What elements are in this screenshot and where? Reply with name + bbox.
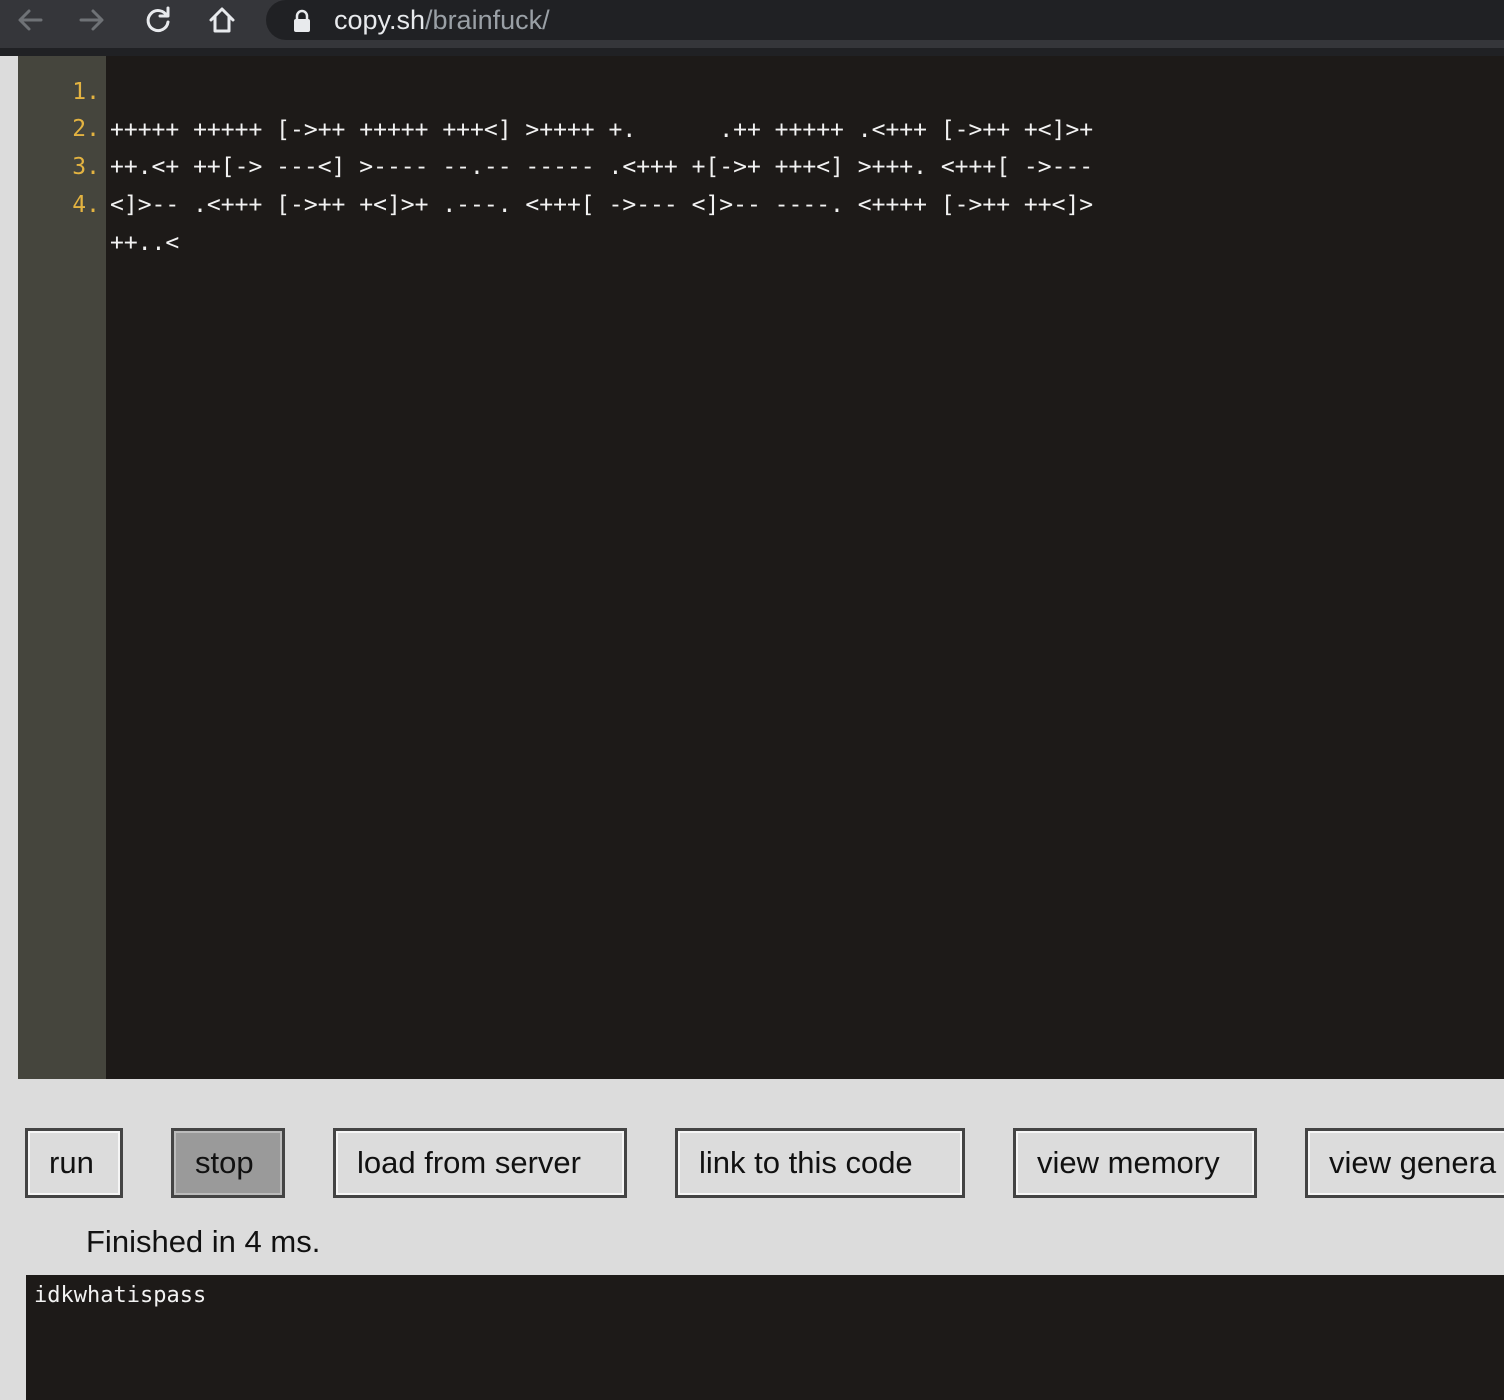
status-text: Finished in 4 ms.: [86, 1224, 321, 1259]
browser-toolbar: copy.sh/brainfuck/: [0, 0, 1504, 48]
url-path: /brainfuck/: [425, 5, 550, 35]
toolbar-divider: [0, 48, 1504, 56]
code-line: 1. +++++ +++++ [->++ +++++ +++<] >++++ +…: [18, 56, 1093, 143]
reload-button[interactable]: [138, 2, 178, 38]
code-line: 2. ++.<+ ++[-> ---<] >---- --.-- ----- .…: [18, 72, 1093, 180]
code-line: 4. ++..<: [18, 148, 179, 256]
view-memory-button[interactable]: view memory: [1013, 1128, 1257, 1198]
home-button[interactable]: [202, 2, 242, 38]
line-number: 4.: [72, 192, 100, 218]
code-editor[interactable]: 1. +++++ +++++ [->++ +++++ +++<] >++++ +…: [18, 56, 1504, 1079]
url-host: copy.sh: [334, 5, 426, 35]
output-text: idkwhatispass: [34, 1283, 207, 1308]
line-content: <]>-- .<+++ [->++ +<]>+ .---. <+++[ ->--…: [110, 192, 1094, 218]
lock-icon: [294, 9, 310, 32]
stop-button[interactable]: stop: [171, 1128, 285, 1198]
line-content: ++.<+ ++[-> ---<] >---- --.-- ----- .<++…: [110, 154, 1094, 180]
run-button[interactable]: run: [25, 1128, 123, 1198]
link-to-code-button[interactable]: link to this code: [675, 1128, 965, 1198]
line-content: +++++ +++++ [->++ +++++ +++<] >++++ +. .…: [110, 117, 1094, 143]
url-text[interactable]: copy.sh/brainfuck/: [334, 3, 550, 37]
back-button[interactable]: [10, 2, 50, 38]
control-buttons: run stop load from server link to this c…: [0, 1128, 1504, 1198]
output-panel: idkwhatispass: [26, 1275, 1504, 1400]
code-line: 3. <]>-- .<+++ [->++ +<]>+ .---. <+++[ -…: [18, 110, 1093, 218]
forward-button[interactable]: [72, 2, 112, 38]
home-icon: [209, 7, 235, 33]
back-arrow-icon: [18, 9, 43, 31]
reload-icon: [146, 6, 170, 32]
load-from-server-button[interactable]: load from server: [333, 1128, 627, 1198]
forward-arrow-icon: [79, 9, 104, 31]
view-generated-button[interactable]: view genera: [1305, 1128, 1504, 1198]
line-content: ++..<: [110, 230, 180, 256]
